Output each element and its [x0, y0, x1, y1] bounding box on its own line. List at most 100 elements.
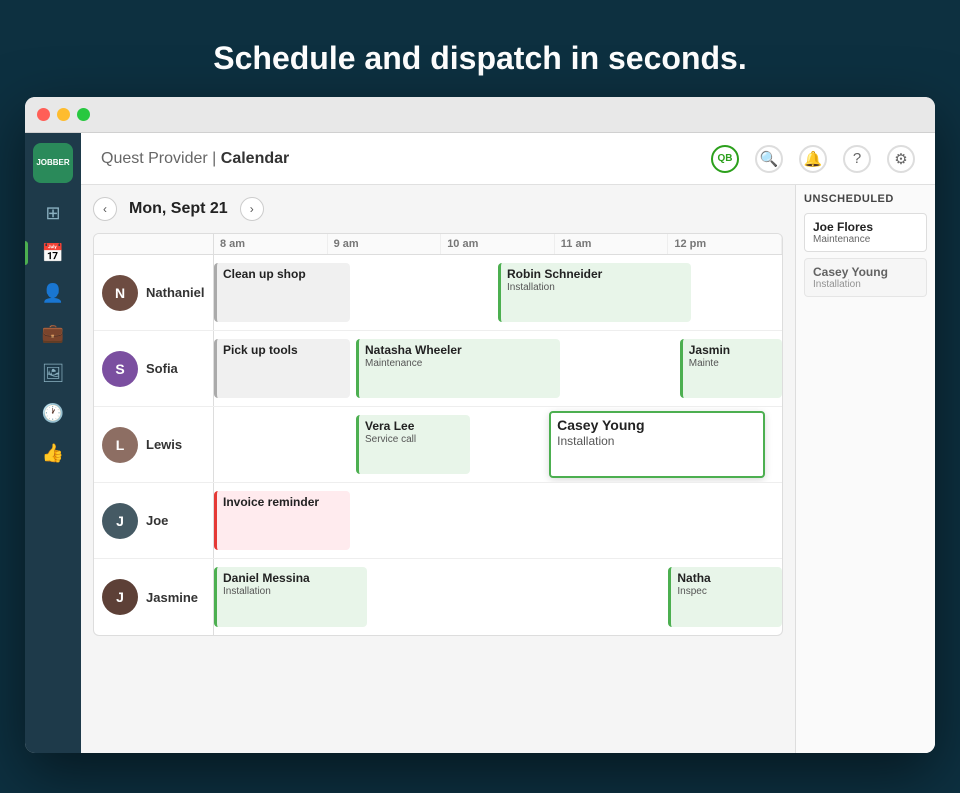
- event-title: Robin Schneider: [507, 267, 685, 281]
- unscheduled-type: Installation: [813, 279, 918, 290]
- person-name-sofia: Sofia: [146, 361, 178, 376]
- sidebar-item-image[interactable]: 🖼: [33, 355, 73, 391]
- person-cell-lewis: L Lewis: [94, 407, 214, 482]
- event-vera[interactable]: Vera Lee Service call: [356, 415, 470, 474]
- avatar-sofia: S: [102, 351, 138, 387]
- calendar-nav: ‹ Mon, Sept 21 ›: [93, 197, 783, 221]
- event-title: Clean up shop: [223, 267, 344, 281]
- app-layout: JOBBER ⊞ 📅 👤 💼 🖼 🕐 👍 Quest Provider | Ca: [25, 133, 935, 753]
- time-columns: 8 am 9 am 10 am 11 am 12 pm: [214, 234, 782, 254]
- event-sub: Inspec: [677, 586, 776, 597]
- settings-icon[interactable]: ⚙: [887, 145, 915, 173]
- time-10am: 10 am: [441, 234, 555, 254]
- topbar-icons: QB 🔍 🔔 ? ⚙: [711, 145, 915, 173]
- notification-icon[interactable]: 🔔: [799, 145, 827, 173]
- event-robin[interactable]: Robin Schneider Installation: [498, 263, 691, 322]
- calendar-main: ‹ Mon, Sept 21 › 8 am 9 am: [81, 185, 795, 753]
- person-name-lewis: Lewis: [146, 437, 182, 452]
- search-icon[interactable]: 🔍: [755, 145, 783, 173]
- table-row: J Jasmine Daniel Messina Installation: [94, 559, 782, 635]
- avatar-jasmine: J: [102, 579, 138, 615]
- unscheduled-type: Maintenance: [813, 234, 918, 245]
- event-sub: Installation: [557, 434, 757, 448]
- event-sub: Service call: [365, 434, 464, 445]
- calendar-area: ‹ Mon, Sept 21 › 8 am 9 am: [81, 185, 935, 753]
- sidebar-item-thumbs[interactable]: 👍: [33, 435, 73, 471]
- main-content: Quest Provider | Calendar QB 🔍 🔔 ? ⚙: [81, 133, 935, 753]
- event-natasha[interactable]: Natasha Wheeler Maintenance: [356, 339, 560, 398]
- event-title: Vera Lee: [365, 419, 464, 433]
- headline: Schedule and dispatch in seconds.: [213, 40, 746, 77]
- calendar-grid: 8 am 9 am 10 am 11 am 12 pm: [93, 233, 783, 636]
- time-12pm: 12 pm: [668, 234, 782, 254]
- next-date-button[interactable]: ›: [240, 197, 264, 221]
- help-icon[interactable]: ?: [843, 145, 871, 173]
- event-casey-young[interactable]: Casey Young Installation: [549, 411, 765, 478]
- minimize-button[interactable]: [57, 108, 70, 121]
- person-name-jasmine: Jasmine: [146, 590, 198, 605]
- event-title: Natasha Wheeler: [365, 343, 554, 357]
- event-sub: Installation: [223, 586, 361, 597]
- sidebar-item-contacts[interactable]: 👤: [33, 275, 73, 311]
- avatar-lewis: L: [102, 427, 138, 463]
- topbar: Quest Provider | Calendar QB 🔍 🔔 ? ⚙: [81, 133, 935, 185]
- logo-text: JOBBER: [36, 158, 69, 168]
- unscheduled-card-joe[interactable]: Joe Flores Maintenance: [804, 213, 927, 252]
- app-window: JOBBER ⊞ 📅 👤 💼 🖼 🕐 👍 Quest Provider | Ca: [25, 97, 935, 753]
- events-jasmine: Daniel Messina Installation Natha Inspec: [214, 559, 782, 635]
- event-daniel[interactable]: Daniel Messina Installation: [214, 567, 367, 627]
- outer-wrapper: Schedule and dispatch in seconds. JOBBER…: [20, 20, 940, 773]
- close-button[interactable]: [37, 108, 50, 121]
- event-title: Daniel Messina: [223, 571, 361, 585]
- titlebar: [25, 97, 935, 133]
- maximize-button[interactable]: [77, 108, 90, 121]
- unscheduled-panel: UNSCHEDULED Joe Flores Maintenance Casey…: [795, 185, 935, 753]
- event-invoice[interactable]: Invoice reminder: [214, 491, 350, 550]
- logo: JOBBER: [33, 143, 73, 183]
- time-9am: 9 am: [328, 234, 442, 254]
- breadcrumb-provider: Quest Provider: [101, 150, 208, 167]
- event-natha[interactable]: Natha Inspec: [668, 567, 782, 627]
- event-clean-shop[interactable]: Clean up shop: [214, 263, 350, 322]
- event-pick-tools[interactable]: Pick up tools: [214, 339, 350, 398]
- name-col-header: [94, 234, 214, 254]
- table-row: L Lewis Vera Lee Service call: [94, 407, 782, 483]
- unscheduled-name: Casey Young: [813, 265, 918, 279]
- event-title: Pick up tools: [223, 343, 344, 357]
- events-lewis: Vera Lee Service call Casey Young Instal…: [214, 407, 782, 482]
- sidebar-item-calendar[interactable]: 📅: [33, 235, 73, 271]
- unscheduled-title: UNSCHEDULED: [804, 193, 927, 205]
- time-8am: 8 am: [214, 234, 328, 254]
- person-cell-nathaniel: N Nathaniel: [94, 255, 214, 330]
- sidebar-item-briefcase[interactable]: 💼: [33, 315, 73, 351]
- breadcrumb-separator: |: [212, 150, 221, 167]
- unscheduled-card-casey[interactable]: Casey Young Installation: [804, 258, 927, 297]
- table-row: S Sofia Pick up tools Natasha Wh: [94, 331, 782, 407]
- person-cell-sofia: S Sofia: [94, 331, 214, 406]
- avatar-nathaniel: N: [102, 275, 138, 311]
- person-name-nathaniel: Nathaniel: [146, 285, 205, 300]
- sidebar: JOBBER ⊞ 📅 👤 💼 🖼 🕐 👍: [25, 133, 81, 753]
- avatar-joe: J: [102, 503, 138, 539]
- person-cell-jasmine: J Jasmine: [94, 559, 214, 635]
- sidebar-item-clock[interactable]: 🕐: [33, 395, 73, 431]
- event-title: Casey Young: [557, 417, 757, 433]
- events-joe: Invoice reminder: [214, 483, 782, 558]
- person-cell-joe: J Joe: [94, 483, 214, 558]
- event-jasmin[interactable]: Jasmin Mainte: [680, 339, 782, 398]
- table-row: N Nathaniel Clean up shop Robin: [94, 255, 782, 331]
- table-row: J Joe Invoice reminder: [94, 483, 782, 559]
- events-nathaniel: Clean up shop Robin Schneider Installati…: [214, 255, 782, 330]
- breadcrumb-page: Calendar: [221, 150, 289, 167]
- event-sub: Installation: [507, 282, 685, 293]
- prev-date-button[interactable]: ‹: [93, 197, 117, 221]
- event-title: Natha: [677, 571, 776, 585]
- person-name-joe: Joe: [146, 513, 168, 528]
- event-title: Invoice reminder: [223, 495, 344, 509]
- sidebar-item-grid[interactable]: ⊞: [33, 195, 73, 231]
- quickbooks-icon[interactable]: QB: [711, 145, 739, 173]
- event-sub: Maintenance: [365, 358, 554, 369]
- event-title: Jasmin: [689, 343, 776, 357]
- events-sofia: Pick up tools Natasha Wheeler Maintenanc…: [214, 331, 782, 406]
- event-sub: Mainte: [689, 358, 776, 369]
